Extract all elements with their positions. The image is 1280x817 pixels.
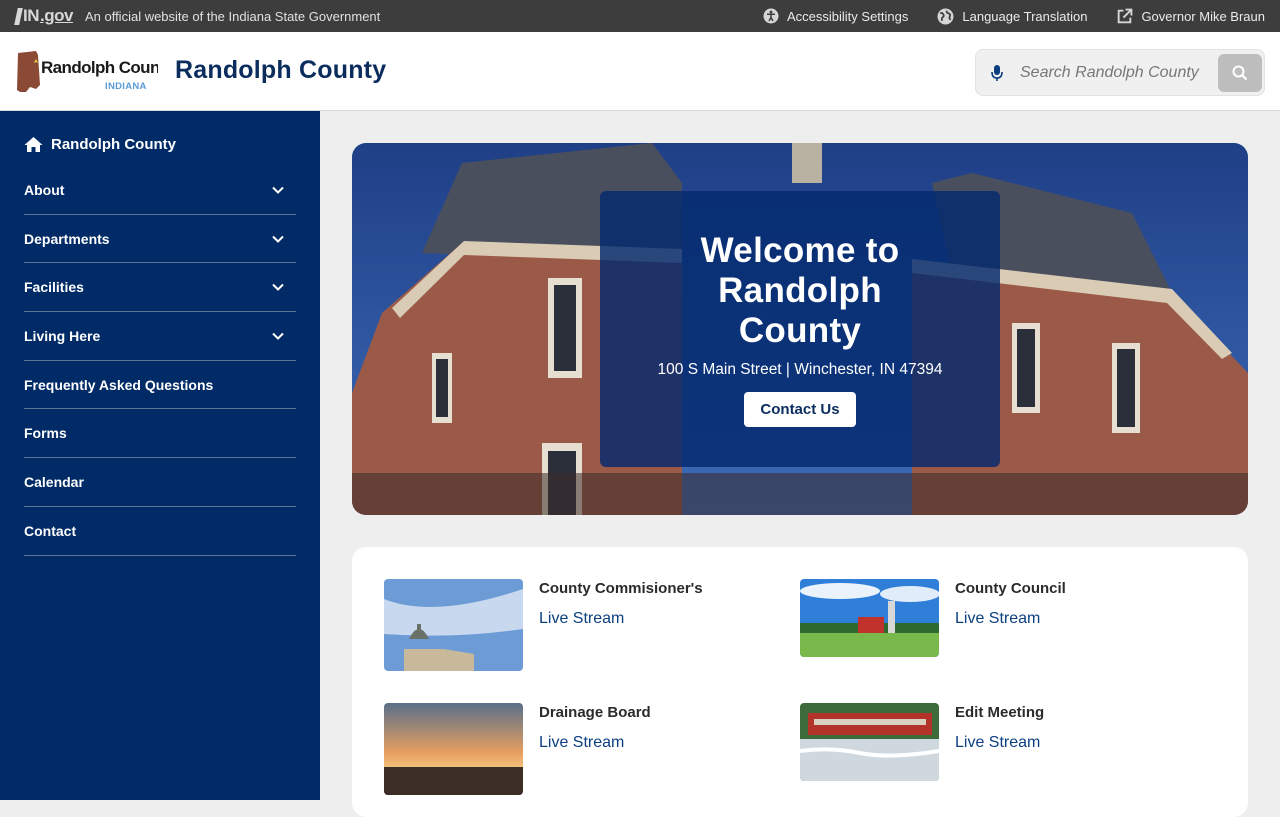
sidebar-item-label: Living Here (24, 327, 101, 344)
card-title: Edit Meeting (955, 704, 1045, 721)
in-gov-in-text: IN (23, 6, 40, 25)
capitol-image (384, 579, 523, 671)
sidebar-menu: About Departments Facilities Living Here… (24, 166, 296, 556)
card-county-commissioners[interactable]: County Commisioner's Live Stream (384, 579, 804, 679)
microphone-icon[interactable] (990, 63, 1004, 83)
chevron-down-icon[interactable] (272, 332, 284, 340)
capitol-dome-thumbnail (384, 579, 523, 671)
live-stream-link[interactable]: Live Stream (539, 610, 624, 628)
sidebar-item-departments[interactable]: Departments (24, 215, 296, 264)
live-stream-cards: County Commisioner's Live Stream County … (352, 547, 1248, 817)
in-gov-gov-text: .gov (40, 6, 73, 25)
governor-label: Governor Mike Braun (1141, 8, 1265, 24)
live-stream-link[interactable]: Live Stream (539, 734, 624, 752)
card-title: County Council (955, 580, 1066, 597)
search-box (975, 49, 1265, 96)
hero-title: Welcome to Randolph County (700, 231, 900, 350)
hero-welcome-panel: Welcome to Randolph County 100 S Main St… (600, 191, 1000, 467)
sidebar-item-calendar[interactable]: Calendar (24, 458, 296, 507)
search-button[interactable] (1218, 54, 1262, 92)
farm-thumbnail (800, 579, 939, 657)
site-header: Randolph County INDIANA Randolph County (0, 32, 1280, 111)
sidebar-item-label: Forms (24, 425, 67, 442)
county-logo-graphic: Randolph County INDIANA (17, 51, 175, 92)
sidebar-home-label: Randolph County (51, 136, 176, 153)
hero-banner: Welcome to Randolph County 100 S Main St… (352, 143, 1248, 515)
state-banner: IN .gov An official website of the Indian… (0, 0, 1280, 32)
sunset-thumbnail (384, 703, 523, 795)
chevron-down-icon[interactable] (272, 283, 284, 292)
sidebar-item-living-here[interactable]: Living Here (24, 312, 296, 361)
in-gov-wordmark: IN .gov (14, 6, 73, 26)
contact-us-button[interactable]: Contact Us (744, 392, 856, 427)
language-translation-link[interactable]: Language Translation (937, 8, 1087, 25)
home-icon (24, 137, 43, 152)
logo-state-text: INDIANA (105, 81, 147, 92)
search-icon (1232, 65, 1248, 81)
card-title: County Commisioner's (539, 580, 703, 597)
sidebar-item-about[interactable]: About (24, 166, 296, 215)
accessibility-settings-link[interactable]: Accessibility Settings (763, 8, 908, 24)
in-gov-logo[interactable]: IN .gov (14, 6, 73, 26)
chevron-down-icon[interactable] (272, 186, 284, 194)
search-input[interactable] (1020, 60, 1200, 86)
sidebar-item-label: About (24, 181, 65, 198)
logo-name-text: Randolph County (41, 58, 158, 77)
sidebar-item-facilities[interactable]: Facilities (24, 263, 296, 313)
sidebar-nav: Randolph County About Departments Facili… (0, 111, 320, 800)
external-link-icon (1118, 8, 1133, 23)
chevron-down-icon[interactable] (272, 235, 284, 243)
sidebar-item-forms[interactable]: Forms (24, 409, 296, 459)
sidebar-home-link[interactable]: Randolph County (24, 136, 176, 153)
sidebar-item-label: Departments (24, 230, 110, 247)
language-translation-label: Language Translation (962, 8, 1088, 24)
live-stream-link[interactable]: Live Stream (955, 734, 1040, 752)
governor-link[interactable]: Governor Mike Braun (1116, 8, 1265, 25)
sidebar-item-faq[interactable]: Frequently Asked Questions (24, 361, 296, 410)
covered-bridge-thumbnail (800, 703, 939, 781)
state-links: Accessibility Settings Language Translat… (734, 8, 1265, 25)
accessibility-icon (763, 8, 779, 24)
globe-icon (937, 8, 954, 24)
sidebar-item-label: Calendar (24, 473, 84, 490)
farm-image (800, 579, 939, 657)
sidebar-item-label: Contact (24, 522, 77, 539)
hero-address: 100 S Main Street | Winchester, IN 47394 (657, 361, 943, 378)
sidebar-item-label: Facilities (24, 279, 84, 296)
card-edit-meeting[interactable]: Edit Meeting Live Stream (800, 703, 1220, 803)
official-site-text: An official website of the Indiana State… (84, 8, 381, 24)
card-title: Drainage Board (539, 704, 651, 721)
sidebar-item-contact[interactable]: Contact (24, 507, 296, 556)
covered-bridge-image (800, 703, 939, 781)
site-title[interactable]: Randolph County (175, 56, 386, 85)
county-logo[interactable]: Randolph County INDIANA (16, 49, 175, 95)
card-county-council[interactable]: County Council Live Stream (800, 579, 1220, 679)
sunset-image (384, 703, 523, 795)
in-gov-mark (14, 7, 23, 25)
card-drainage-board[interactable]: Drainage Board Live Stream (384, 703, 804, 803)
accessibility-settings-label: Accessibility Settings (787, 8, 909, 24)
sidebar-item-label: Frequently Asked Questions (24, 376, 214, 393)
live-stream-link[interactable]: Live Stream (955, 610, 1040, 628)
